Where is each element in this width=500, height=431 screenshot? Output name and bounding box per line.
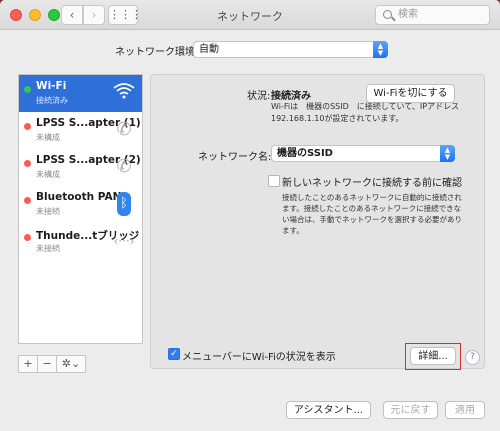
network-name-label: ネットワーク名: xyxy=(198,152,272,163)
status-dot xyxy=(24,197,31,204)
show-wifi-in-menubar-label: メニューバーにWi-Fiの状況を表示 xyxy=(182,352,336,363)
status-dot xyxy=(24,123,31,130)
ask-to-join-checkbox[interactable] xyxy=(268,175,280,187)
service-name: Wi-Fi xyxy=(36,80,67,92)
service-item-lpss-1[interactable]: LPSS S...apter (1) 未構成 ✆ xyxy=(19,112,142,149)
assistant-button[interactable]: アシスタント... xyxy=(286,401,371,419)
network-name-select[interactable]: 機器のSSID ▲ ▼ xyxy=(271,145,455,162)
location-value: 自動 xyxy=(199,44,219,55)
remove-service-button[interactable]: − xyxy=(37,355,57,373)
checkmark-icon: ✓ xyxy=(170,349,178,359)
service-status: 未構成 xyxy=(36,170,60,179)
show-wifi-in-menubar-checkbox[interactable]: ✓ xyxy=(168,348,180,360)
service-item-bluetooth-pan[interactable]: Bluetooth PAN 未接続 ᛒ xyxy=(19,186,142,223)
advanced-button[interactable]: 詳細... xyxy=(410,347,456,365)
help-button[interactable]: ? xyxy=(465,350,480,365)
service-name: Bluetooth PAN xyxy=(36,191,122,203)
apply-button[interactable]: 適用 xyxy=(445,401,485,419)
service-item-lpss-2[interactable]: LPSS S...apter (2) 未構成 ✆ xyxy=(19,149,142,186)
service-toolbar: + − ✲⌄ xyxy=(18,355,143,373)
search-placeholder: 検索 xyxy=(398,9,418,20)
status-value: 接続済み xyxy=(271,91,311,102)
status-description: Wi-Fiは 機器のSSID に接続していて、IPアドレス 192.168.1.… xyxy=(271,102,460,123)
service-list: Wi-Fi 接続済み LPSS S...apter (1) 未構成 ✆ LPSS… xyxy=(18,74,143,344)
updown-arrows-icon: ▲ ▼ xyxy=(373,41,388,58)
status-dot xyxy=(24,234,31,241)
service-status: 未接続 xyxy=(36,244,60,253)
updown-arrows-icon: ▲ ▼ xyxy=(440,145,455,162)
ask-to-join-description: 接続したことのあるネットワークに自動的に接続されます。接続したことのあるネットワ… xyxy=(282,193,462,235)
service-status: 未接続 xyxy=(36,207,60,216)
phone-icon: ✆ xyxy=(116,156,132,177)
status-dot xyxy=(24,160,31,167)
service-status: 接続済み xyxy=(36,96,68,105)
ask-to-join-label: 新しいネットワークに接続する前に確認 xyxy=(282,178,462,189)
network-name-value: 機器のSSID xyxy=(277,148,333,159)
phone-icon: ✆ xyxy=(116,119,132,140)
status-label: 状況: xyxy=(247,91,271,102)
wifi-icon xyxy=(112,81,136,105)
location-label: ネットワーク環境: xyxy=(115,47,199,58)
location-select[interactable]: 自動 ▲ ▼ xyxy=(193,41,388,58)
service-item-wifi[interactable]: Wi-Fi 接続済み xyxy=(19,75,142,112)
bluetooth-icon: ᛒ xyxy=(117,192,131,216)
action-menu-button[interactable]: ✲⌄ xyxy=(56,355,86,373)
service-status: 未構成 xyxy=(36,133,60,142)
thunderbolt-bridge-icon: ‹···› xyxy=(113,234,135,248)
title-bar: ‹ › ⋮⋮⋮ ネットワーク 検索 xyxy=(0,0,500,30)
add-service-button[interactable]: + xyxy=(18,355,38,373)
status-dot xyxy=(24,86,31,93)
service-item-thunderbolt-bridge[interactable]: Thunde...tブリッジ 未接続 ‹···› xyxy=(19,223,142,260)
search-field[interactable]: 検索 xyxy=(375,5,490,25)
search-icon xyxy=(383,10,392,19)
revert-button[interactable]: 元に戻す xyxy=(383,401,438,419)
network-preferences-window: ‹ › ⋮⋮⋮ ネットワーク 検索 ネットワーク環境: 自動 ▲ ▼ Wi-Fi … xyxy=(0,0,500,431)
